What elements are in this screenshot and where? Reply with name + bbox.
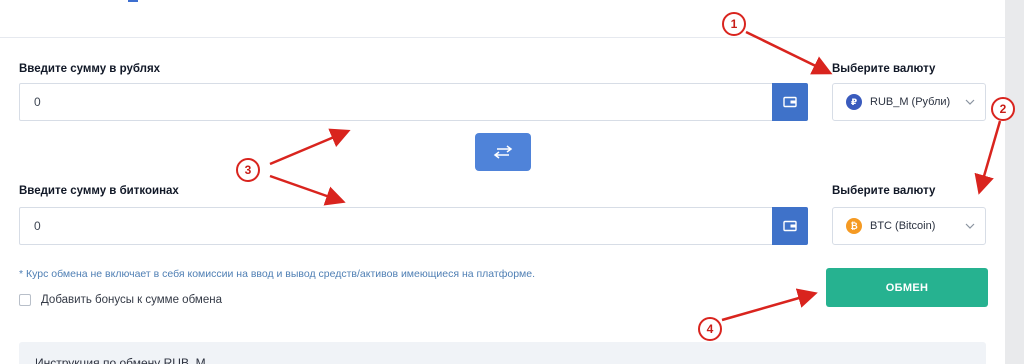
annotation-marker-4: 4 <box>698 317 722 341</box>
annotation-marker-1: 1 <box>722 12 746 36</box>
annotation-marker-3: 3 <box>236 158 260 182</box>
annotation-marker-2: 2 <box>991 97 1015 121</box>
annotation-arrows <box>269 30 1002 322</box>
